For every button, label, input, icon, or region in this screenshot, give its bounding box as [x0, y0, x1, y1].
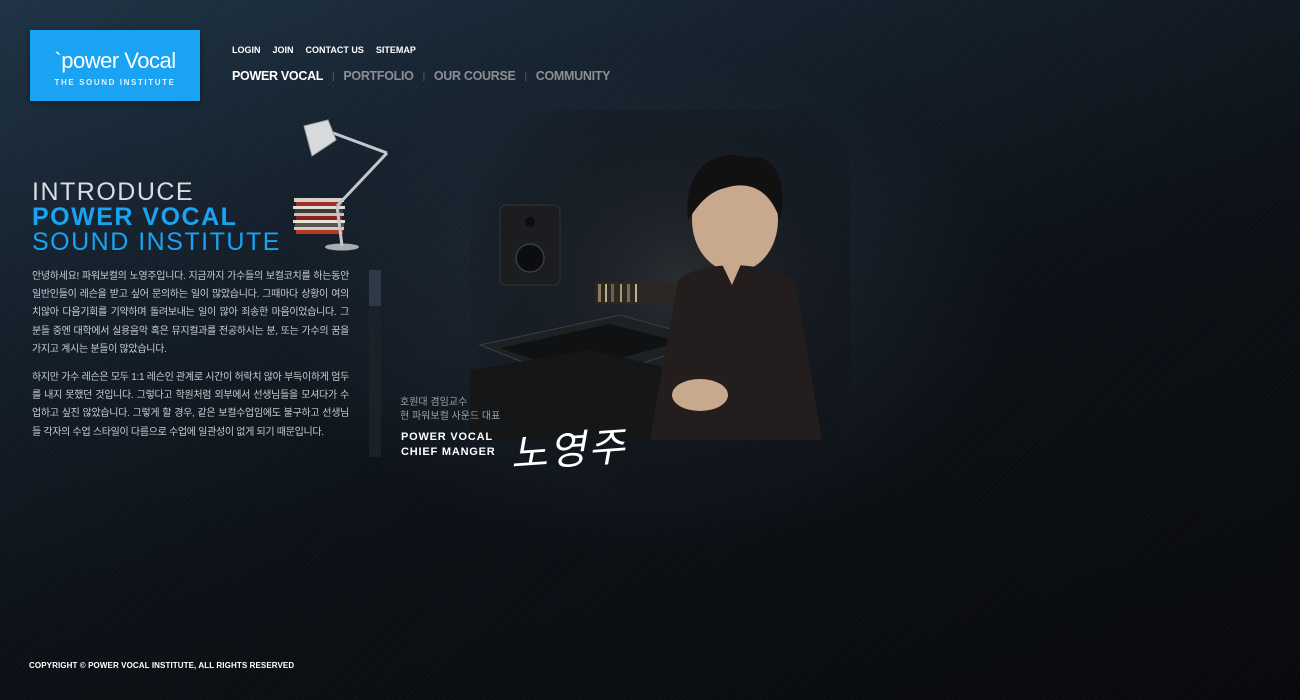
nav-separator: | — [332, 71, 335, 81]
intro-heading-line2: POWER VOCAL — [32, 203, 238, 231]
nav-separator: | — [524, 71, 528, 81]
signature: 노영주 — [508, 423, 629, 478]
intro-heading-line3: SOUND INSTITUTE — [32, 228, 281, 256]
role-line-2: CHIEF MANGER — [401, 445, 496, 458]
utility-nav: LOGIN JOIN CONTACT US SITEMAP — [232, 45, 416, 55]
text-scrollbar[interactable] — [369, 270, 381, 457]
intro-heading: INTRODUCE POWER VOCAL SOUND INSTITUTE — [32, 180, 281, 255]
caption-line-1: 호원대 겸임교수 — [400, 397, 468, 408]
intro-body: 안녕하세요! 파워보컬의 노영주입니다. 지금까지 가수들의 보컬코치를 하는동… — [32, 268, 349, 452]
login-link[interactable]: LOGIN — [232, 45, 261, 55]
nav-power-vocal[interactable]: POWER VOCAL — [232, 69, 323, 83]
logo-tagline: THE SOUND INSTITUTE — [54, 78, 176, 87]
nav-community[interactable]: COMMUNITY — [536, 69, 611, 83]
nav-portfolio[interactable]: PORTFOLIO — [343, 69, 414, 83]
intro-heading-line1: INTRODUCE — [32, 178, 195, 206]
nav-our-course[interactable]: OUR COURSE — [434, 69, 516, 83]
logo-wordmark: `power Vocal — [54, 48, 176, 73]
intro-paragraph-1: 안녕하세요! 파워보컬의 노영주입니다. 지금까지 가수들의 보컬코치를 하는동… — [32, 271, 349, 355]
contact-us-link[interactable]: CONTACT US — [306, 45, 364, 55]
logo[interactable]: `power Vocal THE SOUND INSTITUTE — [30, 30, 200, 101]
role-line-1: POWER VOCAL — [401, 431, 493, 443]
scrollbar-thumb[interactable] — [369, 270, 381, 306]
intro-paragraph-2: 하지만 가수 레슨은 모두 1:1 레슨인 관계로 시간이 허락치 않아 부득이… — [32, 372, 349, 438]
nav-separator: | — [422, 71, 426, 81]
desk-lamp-books-image — [293, 119, 389, 251]
main-nav: POWER VOCAL | PORTFOLIO | OUR COURSE | C… — [232, 69, 610, 83]
sitemap-link[interactable]: SITEMAP — [376, 45, 416, 55]
profile-caption: 호원대 겸임교수 현 파워보컬 사운드 대표 — [400, 396, 500, 424]
copyright-text: COPYRIGHT © POWER VOCAL INSTITUTE, ALL R… — [29, 661, 295, 670]
join-link[interactable]: JOIN — [273, 45, 294, 55]
profile-role: POWER VOCAL CHIEF MANGER — [401, 430, 496, 459]
caption-line-2: 현 파워보컬 사운드 대표 — [400, 411, 501, 422]
